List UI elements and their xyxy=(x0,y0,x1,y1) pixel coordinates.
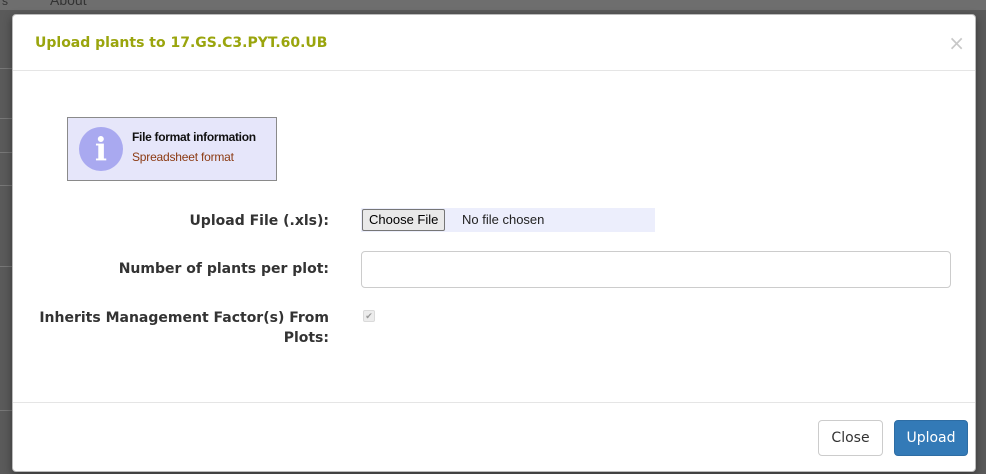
choose-file-button[interactable]: Choose File xyxy=(362,209,446,231)
inherits-management-factors-label: Inherits Management Factor(s) From Plots… xyxy=(39,310,329,346)
file-format-info-box: i File format information Spreadsheet fo… xyxy=(67,117,277,181)
background-divider xyxy=(0,266,12,267)
spreadsheet-format-link[interactable]: Spreadsheet format xyxy=(132,150,234,164)
file-input[interactable]: Choose File No file chosen xyxy=(361,208,655,232)
modal-header: Upload plants to 17.GS.C3.PYT.60.UB × xyxy=(13,15,975,71)
background-nav-about: About xyxy=(50,0,87,8)
background-nav-fragment: s xyxy=(2,0,8,8)
close-icon[interactable]: × xyxy=(948,31,965,55)
background-divider xyxy=(0,68,12,69)
no-file-chosen-text: No file chosen xyxy=(462,212,545,227)
background-divider xyxy=(0,152,12,153)
info-title: File format information xyxy=(132,130,256,144)
close-button[interactable]: Close xyxy=(818,420,883,456)
background-divider xyxy=(0,185,12,186)
modal-footer: Close Upload xyxy=(13,402,975,472)
upload-file-label: Upload File (.xls): xyxy=(189,213,329,229)
plants-per-plot-input[interactable] xyxy=(361,251,951,288)
modal-title: Upload plants to 17.GS.C3.PYT.60.UB xyxy=(35,35,328,51)
upload-button[interactable]: Upload xyxy=(894,420,968,456)
background-navbar: s About xyxy=(0,0,986,10)
inherits-management-factors-checkbox[interactable]: ✔ xyxy=(363,310,375,322)
background-divider xyxy=(0,118,12,119)
upload-plants-dialog: Upload plants to 17.GS.C3.PYT.60.UB × i … xyxy=(12,14,976,472)
plants-per-plot-label: Number of plants per plot: xyxy=(118,261,329,277)
background-divider xyxy=(0,410,12,411)
info-icon: i xyxy=(79,127,123,171)
